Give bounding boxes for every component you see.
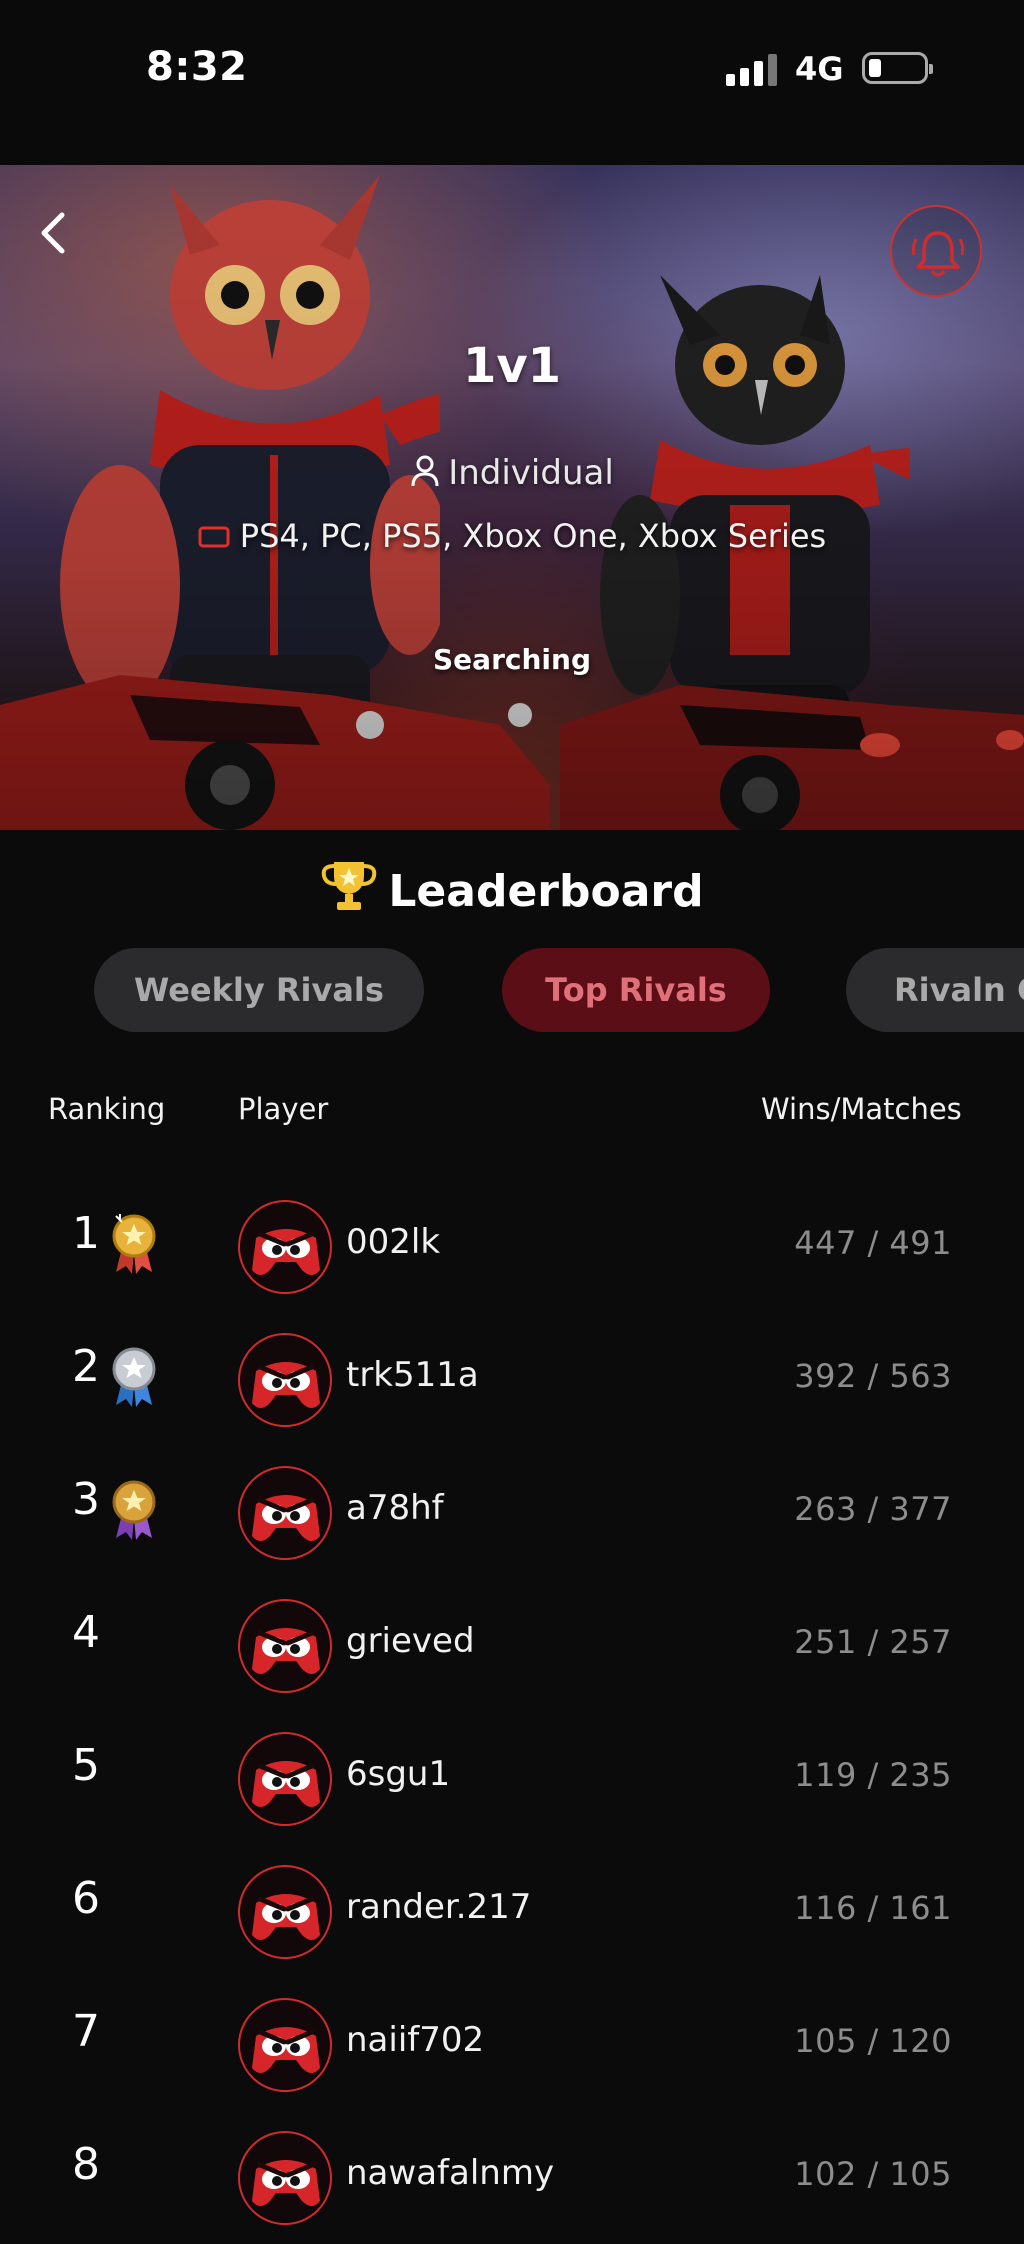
rank-number: 3 <box>72 1474 100 1525</box>
leaderboard-row[interactable]: 5 6sgu1 119 / 235 <box>0 1712 1024 1845</box>
tab-weekly-rivals[interactable]: Weekly Rivals <box>94 948 424 1032</box>
wins-matches: 105 / 120 <box>794 2022 952 2060</box>
chevron-left-icon <box>41 212 65 254</box>
leaderboard-title-label: Leaderboard <box>388 866 704 917</box>
rank-number: 8 <box>72 2139 100 2190</box>
leaderboard-row[interactable]: 8 nawafalnmy 102 / 105 <box>0 2111 1024 2244</box>
network-type: 4G <box>795 50 844 88</box>
status-time: 8:32 <box>146 44 248 90</box>
tab-rivaln-g[interactable]: Rivaln G <box>846 948 1024 1032</box>
rank-number: 7 <box>72 2006 100 2057</box>
trophy-icon <box>322 862 377 910</box>
wins-matches: 392 / 563 <box>794 1357 952 1395</box>
back-button[interactable] <box>28 203 78 263</box>
rank-number: 6 <box>72 1873 100 1924</box>
avatar <box>238 1599 332 1693</box>
leaderboard-row[interactable]: 6 rander.217 116 / 161 <box>0 1845 1024 1978</box>
wins-matches: 119 / 235 <box>794 1756 952 1794</box>
angry-controller-icon <box>252 1628 320 1674</box>
avatar <box>238 1865 332 1959</box>
avatar <box>238 1466 332 1560</box>
leaderboard-title: Leaderboard <box>0 858 1024 917</box>
avatar <box>238 1333 332 1427</box>
angry-controller-icon <box>252 1495 320 1541</box>
rank-number: 2 <box>72 1341 100 1392</box>
tab-top-rivals[interactable]: Top Rivals <box>502 948 770 1032</box>
column-player: Player <box>238 1092 329 1126</box>
avatar <box>238 1200 332 1294</box>
angry-controller-icon <box>252 1894 320 1940</box>
rank-number: 1 <box>72 1208 100 1259</box>
match-type: Individual <box>0 453 1024 493</box>
avatar <box>238 1732 332 1826</box>
leaderboard-row[interactable]: 4 grieved 251 / 257 <box>0 1579 1024 1712</box>
platforms: PS4, PC, PS5, Xbox One, Xbox Series <box>0 517 1024 555</box>
angry-controller-icon <box>252 1229 320 1275</box>
player-name: 002lk <box>346 1222 441 1262</box>
notification-button[interactable] <box>890 205 982 297</box>
search-status: Searching <box>433 643 591 676</box>
signal-icon <box>726 54 778 86</box>
wins-matches: 116 / 161 <box>794 1889 952 1927</box>
leaderboard-row[interactable]: 1 002lk 447 / 491 <box>0 1180 1024 1313</box>
player-name: 6sgu1 <box>346 1754 451 1794</box>
gamepad-icon <box>198 526 230 548</box>
tab-rivaln-g-label: Rivaln G <box>894 971 1024 1009</box>
avatar <box>238 2131 332 2225</box>
rank-number: 5 <box>72 1740 100 1791</box>
battery-icon <box>862 52 933 84</box>
wins-matches: 447 / 491 <box>794 1224 952 1262</box>
wins-matches: 251 / 257 <box>794 1623 952 1661</box>
bell-icon <box>911 231 965 277</box>
player-name: grieved <box>346 1621 475 1661</box>
match-mode-title: 1v1 <box>462 338 562 394</box>
avatar <box>238 1998 332 2092</box>
person-icon <box>411 455 439 487</box>
leaderboard-row[interactable]: 2 trk511a 392 / 563 <box>0 1313 1024 1446</box>
player-name: trk511a <box>346 1355 479 1395</box>
gold-medal-icon <box>112 1214 156 1274</box>
angry-controller-icon <box>252 2160 320 2206</box>
rank-number: 4 <box>72 1607 100 1658</box>
leaderboard-row[interactable]: 3 a78hf 263 / 377 <box>0 1446 1024 1579</box>
angry-controller-icon <box>252 2027 320 2073</box>
column-wins-matches: Wins/Matches <box>761 1092 962 1126</box>
platforms-label: PS4, PC, PS5, Xbox One, Xbox Series <box>239 517 827 555</box>
wins-matches: 102 / 105 <box>794 2155 952 2193</box>
wins-matches: 263 / 377 <box>794 1490 952 1528</box>
angry-controller-icon <box>252 1761 320 1807</box>
player-name: rander.217 <box>346 1887 532 1927</box>
player-name: naiif702 <box>346 2020 485 2060</box>
player-name: a78hf <box>346 1488 444 1528</box>
status-bar: 8:32 4G <box>0 0 1024 165</box>
match-type-label: Individual <box>448 453 614 493</box>
bronze-medal-icon <box>112 1480 156 1540</box>
player-name: nawafalnmy <box>346 2153 555 2193</box>
column-ranking: Ranking <box>48 1092 166 1126</box>
leaderboard-row[interactable]: 7 naiif702 105 / 120 <box>0 1978 1024 2111</box>
silver-medal-icon <box>112 1347 156 1407</box>
angry-controller-icon <box>252 1362 320 1408</box>
leaderboard-tabs: Weekly Rivals Top Rivals Rivaln G <box>0 948 1024 1032</box>
hero-banner: 1v1 Individual PS4, PC, PS5, Xbox One, X… <box>0 165 1024 830</box>
